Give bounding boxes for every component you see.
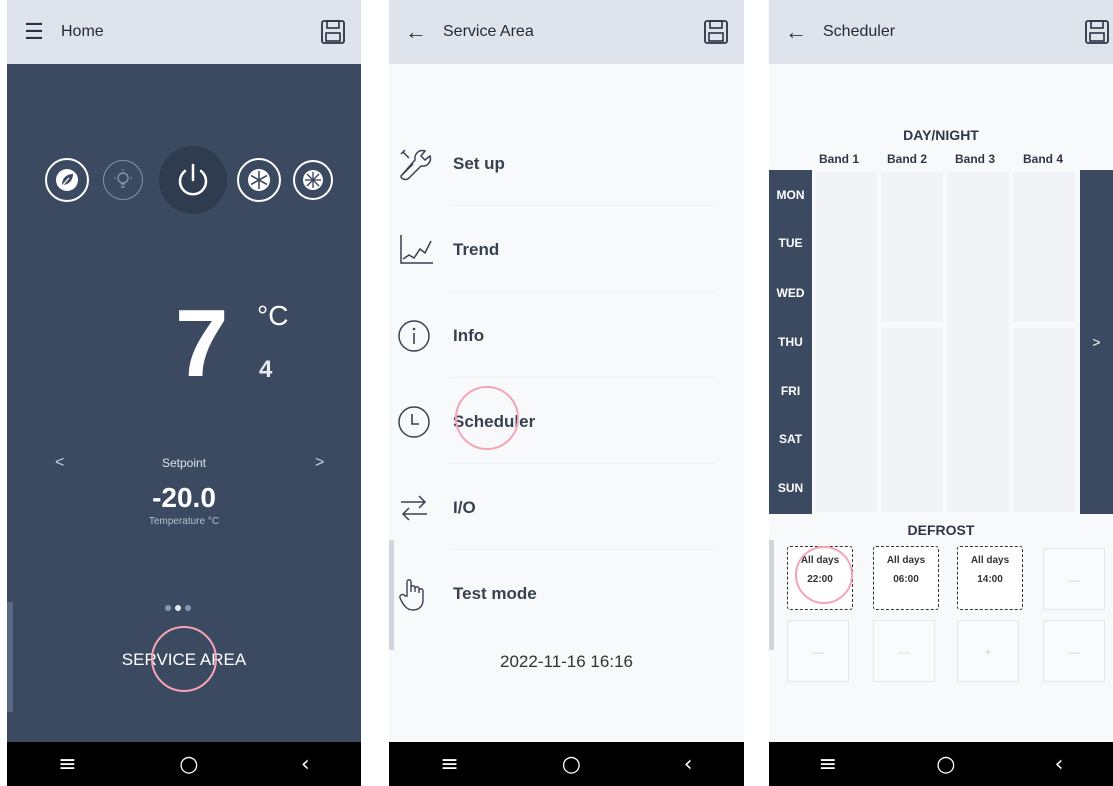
menu-item-scheduler[interactable]: Scheduler xyxy=(389,380,744,464)
defrost-slot-empty[interactable]: — xyxy=(1043,548,1105,610)
tools-icon xyxy=(389,146,453,182)
band-header: Band 1 xyxy=(819,152,860,166)
info-icon xyxy=(389,319,453,353)
menu-item-info[interactable]: Info xyxy=(389,294,744,378)
back-nav-button[interactable]: ‹ xyxy=(1055,752,1064,777)
back-arrow-icon[interactable]: ← xyxy=(389,19,443,45)
menu-item-label: Set up xyxy=(453,154,505,173)
setpoint-label: Setpoint xyxy=(161,456,207,470)
defrost-slot[interactable]: All days 06:00 xyxy=(873,546,939,610)
service-area-screen: ← Service Area Set up Trend Info Schedul… xyxy=(389,0,744,786)
recent-apps-button[interactable]: ≡ xyxy=(440,752,458,777)
menu-item-label: I/O xyxy=(453,498,476,517)
tap-indicator xyxy=(455,386,519,450)
home-app-bar: ☰ Home xyxy=(7,0,361,64)
home-screen: ☰ Home 7 °C 4 < > Setpoint -20.0 Tempera… xyxy=(7,0,361,786)
system-nav-bar: ≡ ○ ‹ xyxy=(389,742,744,786)
day-label: FRI xyxy=(780,384,801,398)
save-icon[interactable] xyxy=(702,18,730,46)
system-nav-bar: ≡ ○ ‹ xyxy=(769,742,1113,786)
next-page-button[interactable]: > xyxy=(1080,170,1113,514)
day-label: TUE xyxy=(778,236,803,250)
recent-apps-button[interactable]: ≡ xyxy=(58,752,76,777)
page-title: Home xyxy=(61,23,104,40)
day-label: WED xyxy=(776,286,805,300)
eco-icon[interactable] xyxy=(45,158,89,202)
defrost-add-slot[interactable]: + xyxy=(957,620,1019,682)
swap-arrows-icon xyxy=(389,493,453,523)
back-nav-button[interactable]: ‹ xyxy=(684,752,693,777)
defrost-slot-empty[interactable]: — xyxy=(873,620,935,682)
hand-pointer-icon xyxy=(389,576,453,612)
day-night-title: DAY/NIGHT xyxy=(903,127,979,143)
page-title: Service Area xyxy=(443,23,534,40)
defrost-days: All days xyxy=(886,555,926,566)
day-label: SUN xyxy=(777,481,804,495)
day-label: SAT xyxy=(778,432,803,446)
current-datetime: 2022-11-16 16:16 xyxy=(500,652,633,671)
fan-icon[interactable] xyxy=(293,160,333,200)
defrost-title: DEFROST xyxy=(907,522,975,538)
light-icon[interactable] xyxy=(103,160,143,200)
temperature-unit: °C xyxy=(257,300,289,331)
home-nav-button[interactable]: ○ xyxy=(562,752,581,777)
defrost-slot-empty[interactable]: — xyxy=(787,620,849,682)
menu-item-label: Test mode xyxy=(453,584,537,603)
page-title: Scheduler xyxy=(823,23,896,40)
home-nav-button[interactable]: ○ xyxy=(179,752,198,777)
band-header: Band 4 xyxy=(1023,152,1064,166)
band-headers: Band 1 Band 2 Band 3 Band 4 xyxy=(819,152,1091,166)
defrost-slot-empty[interactable]: — xyxy=(1043,620,1105,682)
page-indicator xyxy=(165,605,191,611)
system-nav-bar: ≡ ○ ‹ xyxy=(7,742,361,786)
setpoint-unit: Temperature °C xyxy=(148,516,220,527)
save-icon[interactable] xyxy=(319,18,347,46)
mode-buttons xyxy=(45,146,335,214)
day-label: MON xyxy=(776,188,805,202)
trend-chart-icon xyxy=(389,233,453,267)
hamburger-menu-icon[interactable]: ☰ xyxy=(7,19,61,45)
tap-indicator xyxy=(151,626,217,692)
band-header: Band 2 xyxy=(887,152,928,166)
setpoint-value[interactable]: -20.0 xyxy=(7,482,361,514)
back-arrow-icon[interactable]: ← xyxy=(769,19,823,45)
home-dashboard: 7 °C 4 < > Setpoint -20.0 Temperature °C… xyxy=(7,64,361,742)
day-label: THU xyxy=(778,335,803,349)
save-icon[interactable] xyxy=(1083,18,1111,46)
band-header: Band 3 xyxy=(955,152,996,166)
defrost-time: 06:00 xyxy=(893,574,919,585)
defrost-time: 14:00 xyxy=(977,574,1003,585)
day-column: MON TUE WED THU FRI SAT SUN xyxy=(769,170,812,514)
scheduler-app-bar: ← Scheduler xyxy=(769,0,1113,64)
scroll-indicator xyxy=(389,540,394,650)
scroll-indicator xyxy=(7,602,13,712)
menu-item-label: Trend xyxy=(453,240,500,259)
clock-icon xyxy=(389,405,453,439)
menu-item-setup[interactable]: Set up xyxy=(389,122,744,206)
tap-indicator xyxy=(795,546,853,604)
schedule-grid[interactable] xyxy=(815,172,1077,512)
menu-item-io[interactable]: I/O xyxy=(389,466,744,550)
temperature-value: 7 xyxy=(175,290,229,397)
service-app-bar: ← Service Area xyxy=(389,0,744,64)
defrost-slot[interactable]: All days 14:00 xyxy=(957,546,1023,610)
defrost-icon[interactable] xyxy=(237,158,281,202)
scheduler-screen: ← Scheduler DAY/NIGHT Band 1 Band 2 Band… xyxy=(769,0,1113,786)
scroll-indicator xyxy=(769,540,774,650)
back-nav-button[interactable]: ‹ xyxy=(301,752,310,777)
home-nav-button[interactable]: ○ xyxy=(936,752,955,777)
power-icon[interactable] xyxy=(159,146,227,214)
recent-apps-button[interactable]: ≡ xyxy=(819,752,837,777)
temperature-decimal: 4 xyxy=(259,356,273,383)
menu-item-trend[interactable]: Trend xyxy=(389,208,744,292)
menu-item-test-mode[interactable]: Test mode xyxy=(389,552,744,636)
defrost-days: All days xyxy=(970,555,1010,566)
menu-item-label: Info xyxy=(453,326,485,345)
